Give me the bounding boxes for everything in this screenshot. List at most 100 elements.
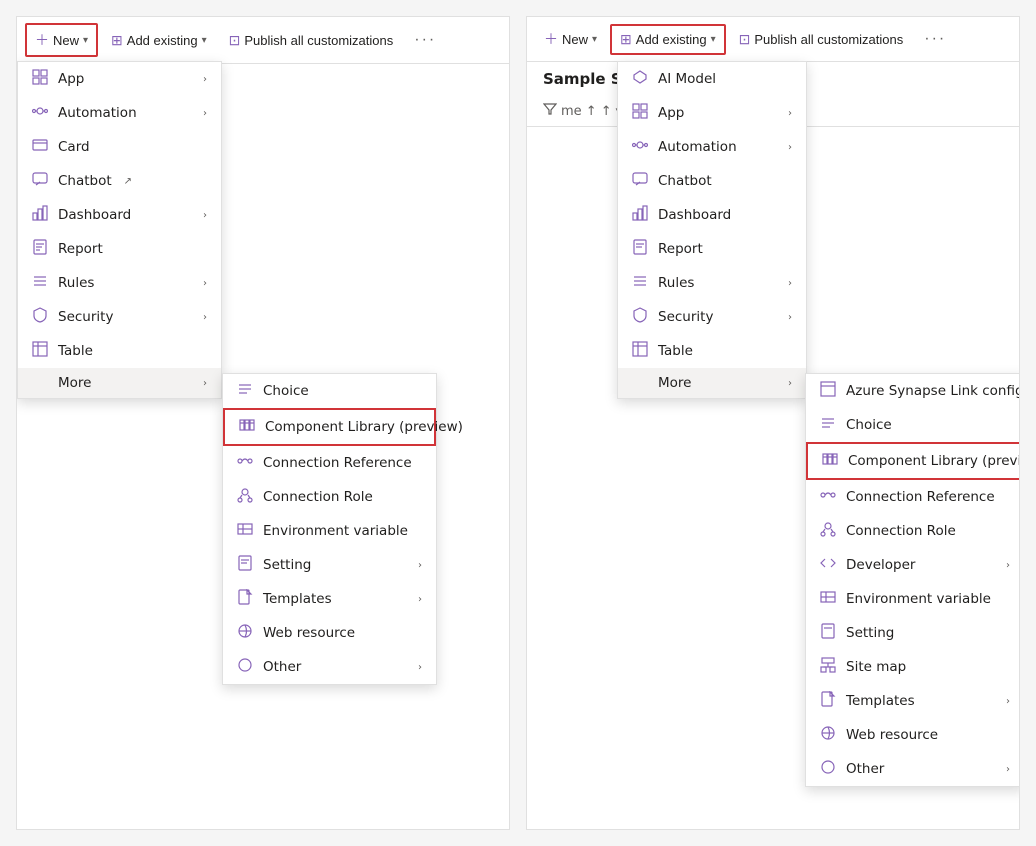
submenu-component-library-right[interactable]: Component Library (preview) bbox=[806, 442, 1020, 480]
menu-item-rules-left[interactable]: Rules › bbox=[18, 266, 221, 300]
card-icon-left bbox=[32, 137, 48, 157]
menu-item-report-right[interactable]: Report bbox=[618, 232, 806, 266]
connection-ref-icon-left bbox=[237, 453, 253, 473]
web-resource-label-right: Web resource bbox=[846, 727, 938, 743]
publish-icon-left: ⊡ bbox=[229, 32, 241, 49]
automation-icon-right bbox=[632, 137, 648, 157]
azure-label-right: Azure Synapse Link config bbox=[846, 383, 1020, 399]
menu-item-security-right[interactable]: Security › bbox=[618, 300, 806, 334]
env-var-icon-right bbox=[820, 589, 836, 609]
submenu-env-var-right[interactable]: Environment variable bbox=[806, 582, 1020, 616]
menu-item-automation-left[interactable]: Automation › bbox=[18, 96, 221, 130]
setting-label-right: Setting bbox=[846, 625, 894, 641]
azure-icon-right bbox=[820, 381, 836, 401]
publish-button-right[interactable]: ⊡ Publish all customizations bbox=[730, 25, 913, 54]
connection-role-icon-right bbox=[820, 521, 836, 541]
setting-icon-right bbox=[820, 623, 836, 643]
automation-label-right: Automation bbox=[658, 139, 737, 155]
new-button-left[interactable]: ＋ New ▾ bbox=[25, 23, 98, 57]
submenu-web-resource-left[interactable]: Web resource bbox=[223, 616, 436, 650]
connection-ref-label-right: Connection Reference bbox=[846, 489, 995, 505]
env-var-label-right: Environment variable bbox=[846, 591, 991, 607]
submenu-connection-role-right[interactable]: Connection Role bbox=[806, 514, 1020, 548]
add-existing-label-left: Add existing bbox=[127, 33, 198, 48]
automation-icon-left bbox=[32, 103, 48, 123]
report-label-right: Report bbox=[658, 241, 703, 257]
menu-item-more-right[interactable]: ⊞ More › bbox=[618, 368, 806, 398]
submenu-connection-ref-left[interactable]: Connection Reference bbox=[223, 446, 436, 480]
submenu-developer-right[interactable]: Developer › bbox=[806, 548, 1020, 582]
submenu-other-left[interactable]: Other › bbox=[223, 650, 436, 684]
menu-item-table-left[interactable]: Table bbox=[18, 334, 221, 368]
submenu-env-var-left[interactable]: Environment variable bbox=[223, 514, 436, 548]
table-label-left: Table bbox=[58, 343, 93, 359]
menu-item-security-left[interactable]: Security › bbox=[18, 300, 221, 334]
menu-item-dashboard-left[interactable]: Dashboard › bbox=[18, 198, 221, 232]
menu-item-chatbot-right[interactable]: Chatbot bbox=[618, 164, 806, 198]
menu-item-report-left[interactable]: Report bbox=[18, 232, 221, 266]
developer-label-right: Developer bbox=[846, 557, 915, 573]
right-panel: ＋ New ▾ ⊞ Add existing ▾ ⊡ Publish all c… bbox=[526, 16, 1020, 830]
connection-role-icon-left bbox=[237, 487, 253, 507]
menu-item-app-right[interactable]: App › bbox=[618, 96, 806, 130]
templates-chevron-left: › bbox=[418, 594, 422, 605]
submenu-web-resource-right[interactable]: Web resource bbox=[806, 718, 1020, 752]
more-chevron-left: › bbox=[203, 378, 207, 389]
submenu-site-map-right[interactable]: Site map bbox=[806, 650, 1020, 684]
chatbot-icon-right bbox=[632, 171, 648, 191]
other-chevron-right: › bbox=[1006, 764, 1010, 775]
new-button-right[interactable]: ＋ New ▾ bbox=[535, 23, 606, 55]
app-label-left: App bbox=[58, 71, 84, 87]
left-panel: ＋ New ▾ ⊞ Add existing ▾ ⊡ Publish all c… bbox=[16, 16, 510, 830]
submenu-connection-ref-right[interactable]: Connection Reference bbox=[806, 480, 1020, 514]
rules-chevron-right: › bbox=[788, 278, 792, 289]
env-var-label-left: Environment variable bbox=[263, 523, 408, 539]
add-existing-dropdown: AI Model App › Automation › Chatbot bbox=[617, 61, 807, 399]
component-library-label-right: Component Library (preview) bbox=[848, 453, 1020, 469]
submenu-setting-left[interactable]: Setting › bbox=[223, 548, 436, 582]
other-chevron-left: › bbox=[418, 662, 422, 673]
dashboard-icon-right bbox=[632, 205, 648, 225]
submenu-choice-left[interactable]: Choice bbox=[223, 374, 436, 408]
other-label-right: Other bbox=[846, 761, 884, 777]
dashboard-icon-left bbox=[32, 205, 48, 225]
menu-item-ai-model-right[interactable]: AI Model bbox=[618, 62, 806, 96]
choice-label-right: Choice bbox=[846, 417, 892, 433]
security-icon-left bbox=[32, 307, 48, 327]
web-resource-label-left: Web resource bbox=[263, 625, 355, 641]
submenu-choice-right[interactable]: Choice bbox=[806, 408, 1020, 442]
menu-item-app-left[interactable]: App › bbox=[18, 62, 221, 96]
menu-item-automation-right[interactable]: Automation › bbox=[618, 130, 806, 164]
submenu-templates-right[interactable]: Templates › bbox=[806, 684, 1020, 718]
filter-icon-right bbox=[543, 102, 557, 120]
more-dots-right[interactable]: ··· bbox=[916, 25, 954, 53]
add-existing-chevron-left: ▾ bbox=[202, 35, 207, 46]
submenu-templates-left[interactable]: Templates › bbox=[223, 582, 436, 616]
add-existing-button-right[interactable]: ⊞ Add existing ▾ bbox=[610, 24, 726, 55]
submenu-component-library-left[interactable]: Component Library (preview) bbox=[223, 408, 436, 446]
plus-icon: ＋ bbox=[35, 30, 49, 50]
submenu-setting-right[interactable]: Setting bbox=[806, 616, 1020, 650]
add-existing-button-left[interactable]: ⊞ Add existing ▾ bbox=[102, 26, 216, 55]
submenu-azure-right[interactable]: Azure Synapse Link config bbox=[806, 374, 1020, 408]
security-chevron-left: › bbox=[203, 312, 207, 323]
ai-model-label-right: AI Model bbox=[658, 71, 716, 87]
more-submenu-right: Azure Synapse Link config Choice Compone… bbox=[805, 373, 1020, 787]
more-dots-left[interactable]: ··· bbox=[406, 26, 444, 54]
menu-item-chatbot-left[interactable]: Chatbot ↗ bbox=[18, 164, 221, 198]
rules-chevron-left: › bbox=[203, 278, 207, 289]
menu-item-table-right[interactable]: Table bbox=[618, 334, 806, 368]
menu-item-dashboard-right[interactable]: Dashboard bbox=[618, 198, 806, 232]
publish-icon-right: ⊡ bbox=[739, 31, 751, 48]
app-icon-left bbox=[32, 69, 48, 89]
connection-ref-label-left: Connection Reference bbox=[263, 455, 412, 471]
submenu-other-right[interactable]: Other › bbox=[806, 752, 1020, 786]
menu-item-rules-right[interactable]: Rules › bbox=[618, 266, 806, 300]
menu-item-more-left[interactable]: ⊞ More › bbox=[18, 368, 221, 398]
publish-button-left[interactable]: ⊡ Publish all customizations bbox=[220, 26, 403, 55]
security-chevron-right: › bbox=[788, 312, 792, 323]
add-existing-icon-left: ⊞ bbox=[111, 32, 123, 49]
templates-label-right: Templates bbox=[846, 693, 915, 709]
menu-item-card-left[interactable]: Card bbox=[18, 130, 221, 164]
submenu-connection-role-left[interactable]: Connection Role bbox=[223, 480, 436, 514]
